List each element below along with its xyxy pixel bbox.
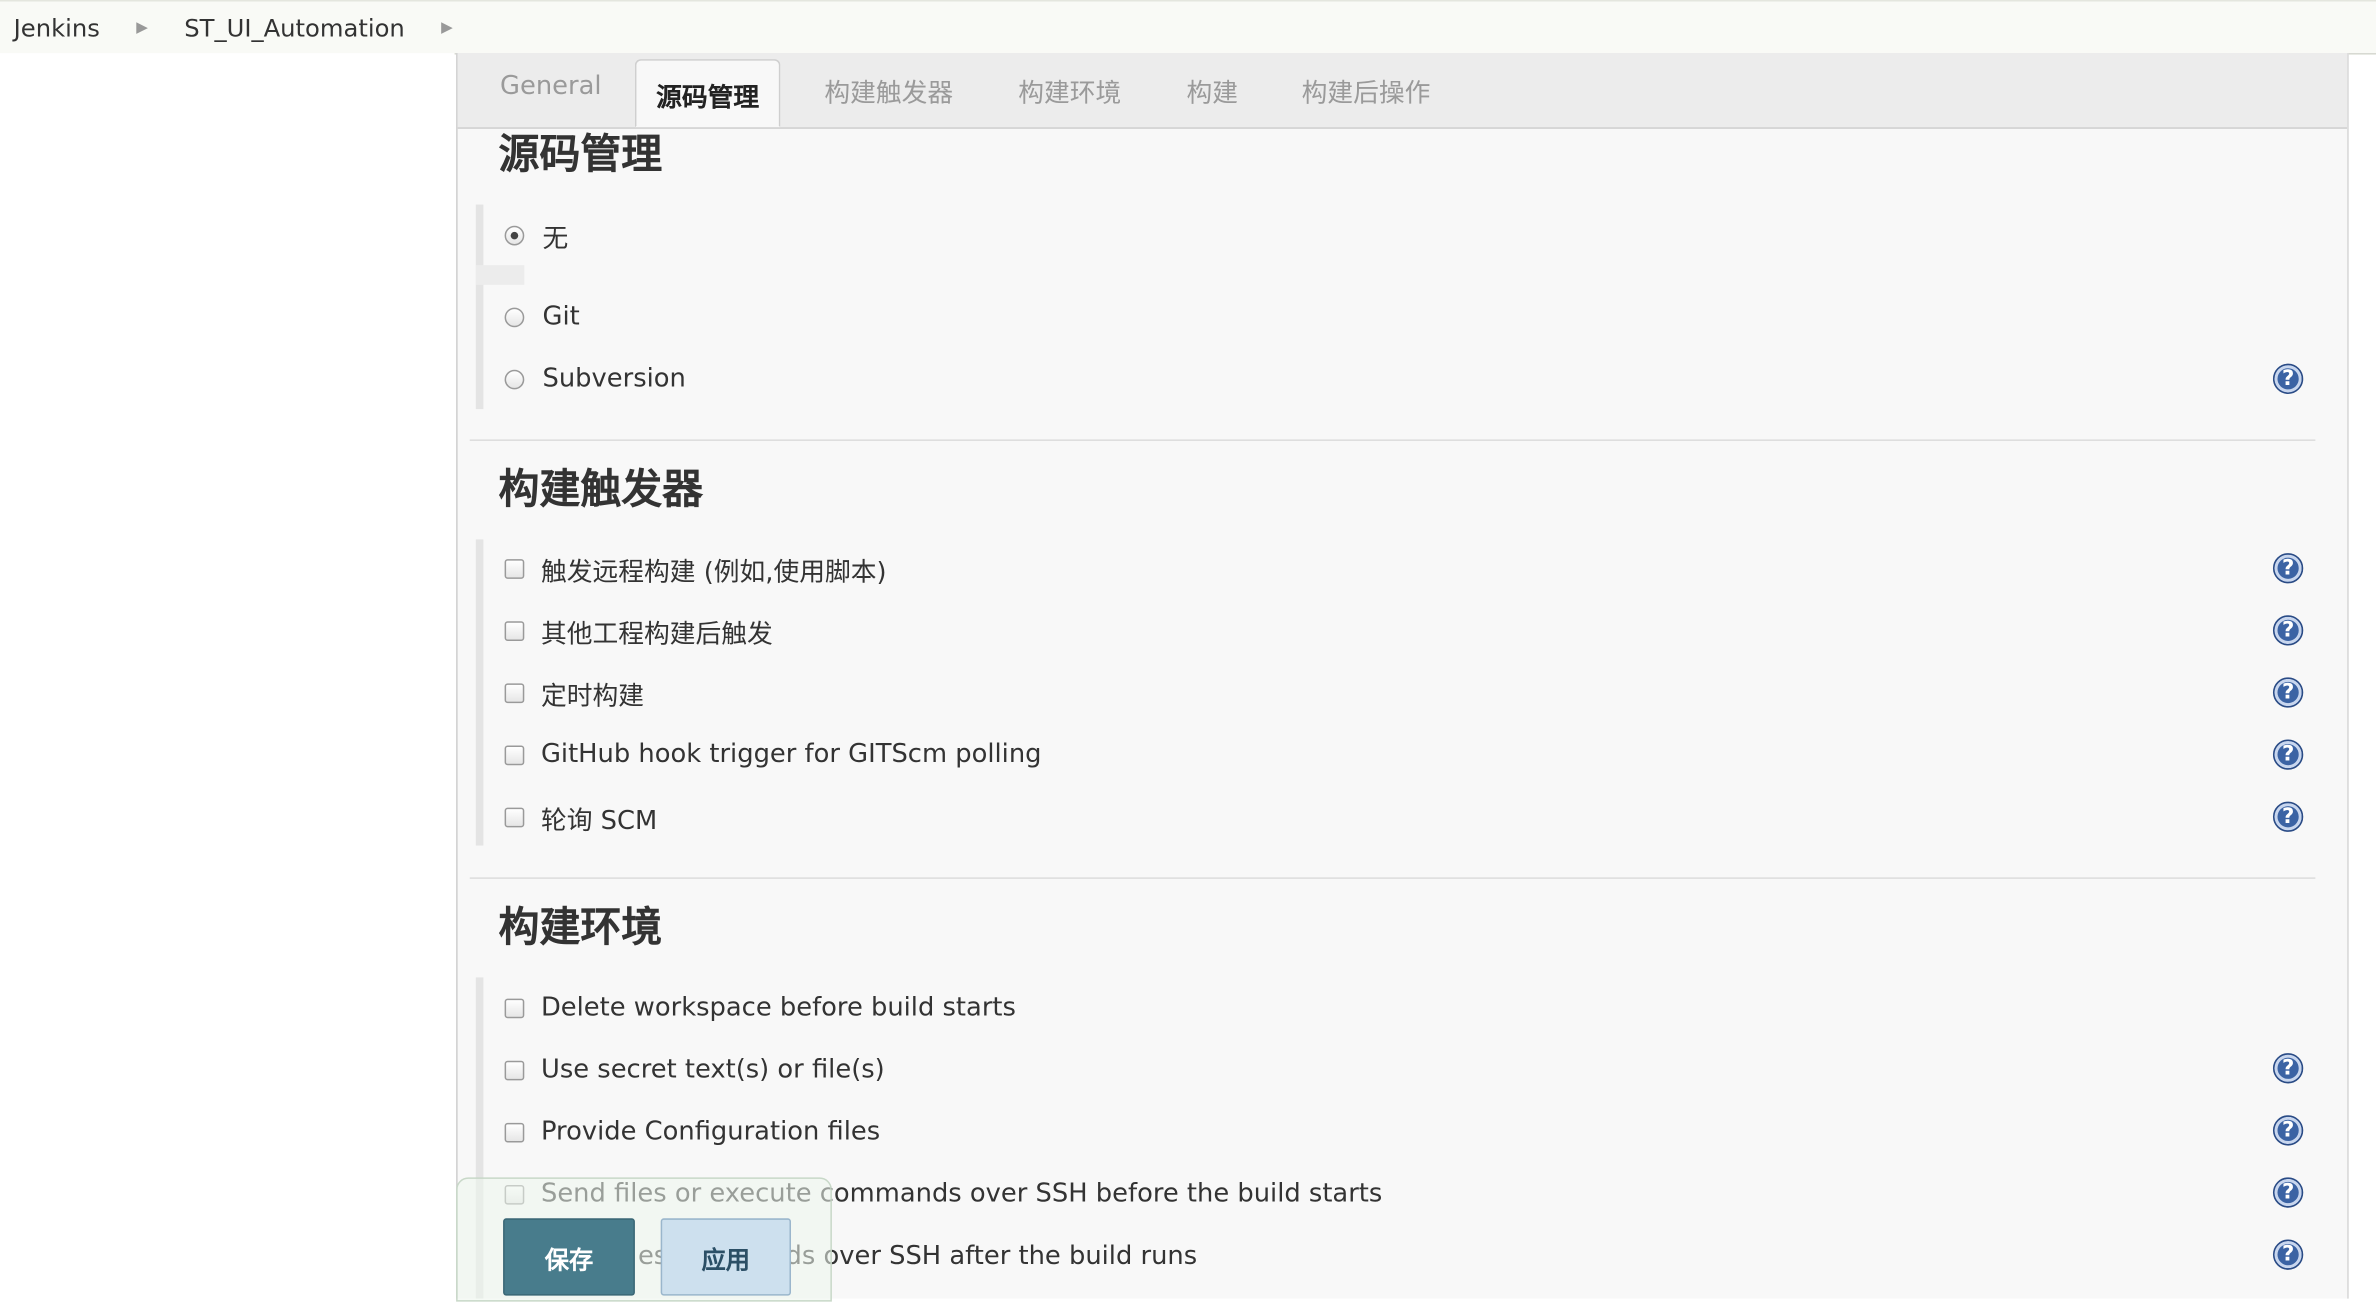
- radio-option-none[interactable]: 无: [504, 217, 568, 254]
- checkbox[interactable]: [504, 744, 525, 765]
- checkbox[interactable]: [504, 558, 525, 579]
- config-panel: General 源码管理 构建触发器 构建环境 构建 构建后操作 源码管理 无 …: [456, 53, 2349, 1299]
- checkbox[interactable]: [504, 620, 525, 641]
- breadcrumb-jenkins[interactable]: Jenkins: [0, 13, 100, 42]
- indicator-strip: [475, 265, 525, 285]
- checkbox[interactable]: [504, 1122, 525, 1142]
- help-icon[interactable]: ?: [2272, 739, 2304, 770]
- env-provide-config-files[interactable]: Provide Configuration files: [504, 1114, 880, 1150]
- help-icon[interactable]: ?: [2272, 1053, 2304, 1084]
- help-icon[interactable]: ?: [2272, 677, 2304, 708]
- chevron-right-icon: ▶: [136, 18, 148, 36]
- radio-button[interactable]: [504, 306, 525, 327]
- tab-triggers[interactable]: 构建触发器: [824, 71, 953, 109]
- help-icon[interactable]: ?: [2272, 1239, 2304, 1270]
- env-delete-workspace[interactable]: Delete workspace before build starts: [504, 989, 1016, 1025]
- section-bar: [475, 539, 484, 846]
- breadcrumb: Jenkins ▶ ST_UI_Automation ▶: [0, 0, 2376, 55]
- env-secret-text[interactable]: Use secret text(s) or file(s): [504, 1052, 885, 1088]
- section-bar: [475, 204, 484, 410]
- radio-button[interactable]: [504, 225, 525, 245]
- trigger-scheduled-build[interactable]: 定时构建: [504, 674, 644, 711]
- section-title-triggers: 构建触发器: [498, 466, 704, 514]
- section-title-scm: 源码管理: [498, 131, 663, 179]
- trigger-after-other-projects[interactable]: 其他工程构建后触发: [504, 612, 773, 649]
- trigger-github-hook[interactable]: GitHub hook trigger for GITScm polling: [504, 736, 1042, 772]
- radio-option-git[interactable]: Git: [504, 299, 580, 335]
- radio-option-subversion[interactable]: Subversion: [504, 361, 686, 397]
- checkbox[interactable]: [504, 806, 525, 827]
- save-button[interactable]: 保存: [503, 1218, 635, 1296]
- trigger-poll-scm[interactable]: 轮询 SCM: [504, 799, 657, 836]
- help-icon[interactable]: ?: [2272, 1115, 2304, 1146]
- tab-scm[interactable]: 源码管理: [634, 59, 781, 128]
- trigger-remote-build[interactable]: 触发远程构建 (例如,使用脚本): [504, 550, 887, 587]
- help-icon[interactable]: ?: [2272, 1177, 2304, 1208]
- help-icon[interactable]: ?: [2272, 363, 2304, 394]
- tab-bar: General 源码管理 构建触发器 构建环境 构建 构建后操作: [457, 53, 2348, 129]
- section-divider: [469, 439, 2316, 441]
- tab-general[interactable]: General: [500, 71, 602, 101]
- radio-button[interactable]: [504, 368, 525, 389]
- help-icon[interactable]: ?: [2272, 615, 2304, 646]
- breadcrumb-job[interactable]: ST_UI_Automation: [184, 13, 405, 42]
- apply-button[interactable]: 应用: [660, 1218, 791, 1296]
- tab-build[interactable]: 构建: [1186, 71, 1238, 109]
- checkbox[interactable]: [504, 1059, 525, 1080]
- tab-post-build[interactable]: 构建后操作: [1302, 71, 1431, 109]
- checkbox[interactable]: [504, 997, 525, 1018]
- checkbox[interactable]: [504, 682, 525, 703]
- help-icon[interactable]: ?: [2272, 553, 2304, 584]
- chevron-right-icon[interactable]: ▶: [441, 19, 453, 36]
- sidebar: [0, 53, 455, 1299]
- section-title-build-env: 构建环境: [498, 904, 663, 952]
- help-icon[interactable]: ?: [2272, 801, 2304, 832]
- section-divider: [469, 877, 2316, 879]
- tab-build-env[interactable]: 构建环境: [1018, 71, 1121, 109]
